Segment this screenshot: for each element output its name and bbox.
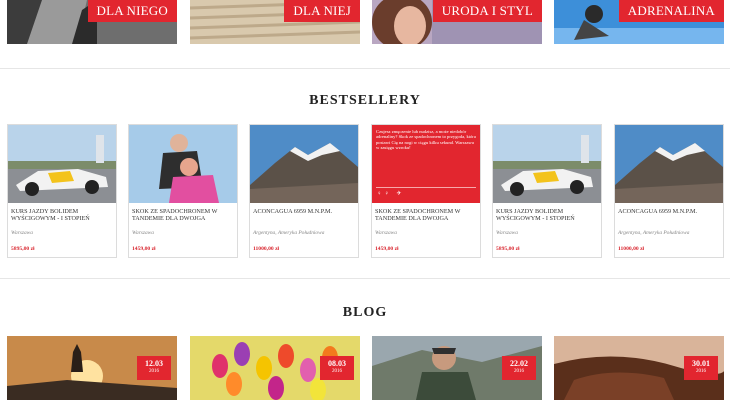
- product-price: 5895,00 zł: [496, 246, 520, 252]
- blog-date-year: 2016: [696, 369, 706, 374]
- blog-title: BLOG: [342, 305, 388, 320]
- product-name[interactable]: KURS JAZDY BOLIDEM WYŚCIGOWYM - I STOPIE…: [496, 208, 598, 222]
- product-location: Warszawa: [11, 230, 33, 236]
- promo-text: Czujesz zmęczenie lub nudzisz, a może ni…: [376, 129, 476, 151]
- product-price: 11000,00 zł: [253, 246, 280, 252]
- blog-date-day: 30.01: [692, 359, 710, 368]
- category-label: URODA I STYL: [432, 0, 542, 22]
- product-name[interactable]: KURS JAZDY BOLIDEM WYŚCIGOWYM - I STOPIE…: [11, 208, 113, 222]
- category-uroda-i-styl[interactable]: URODA I STYL: [372, 0, 542, 44]
- product-card[interactable]: SKOK ZE SPADOCHRONEM W TANDEMIE DLA DWOJ…: [128, 124, 238, 258]
- blog-date-year: 2016: [332, 369, 342, 374]
- product-location: Warszawa: [496, 230, 518, 236]
- blog-date-badge: 12.03 2016: [137, 356, 171, 380]
- product-price: 1459,00 zł: [132, 246, 156, 252]
- blog-date-badge: 30.01 2016: [684, 356, 718, 380]
- category-label: DLA NIEGO: [87, 0, 177, 22]
- product-price: 5895,00 zł: [11, 246, 35, 252]
- product-card[interactable]: ACONCAGUA 6959 M.N.P.M. Argentyna, Amery…: [249, 124, 359, 258]
- product-image-race-car: [8, 125, 116, 203]
- product-image-mountain: [615, 125, 723, 203]
- section-divider: [0, 68, 730, 69]
- product-image-skydive: [129, 125, 237, 203]
- blog-post[interactable]: 12.03 2016: [7, 336, 177, 400]
- product-price: 1459,00 zł: [375, 246, 399, 252]
- promo-icons: ♀♀ ✈: [377, 190, 405, 197]
- product-location: Argentyna, Ameryka Południowa: [253, 230, 325, 236]
- product-card[interactable]: ACONCAGUA 6959 M.N.P.M. Argentyna, Amery…: [614, 124, 724, 258]
- blog-date-day: 12.03: [145, 359, 163, 368]
- blog-date-badge: 08.03 2016: [320, 356, 354, 380]
- category-adrenalina[interactable]: ADRENALINA: [554, 0, 724, 44]
- category-strip: DLA NIEGO DLA NIEJ URODA I STYL ADRENALI…: [0, 0, 730, 46]
- couple-icon: ♀♀: [377, 191, 392, 197]
- product-name[interactable]: SKOK ZE SPADOCHRONEM W TANDEMIE DLA DWOJ…: [375, 208, 477, 222]
- product-image-race-car: [493, 125, 601, 203]
- product-name[interactable]: ACONCAGUA 6959 M.N.P.M.: [618, 208, 720, 215]
- product-card[interactable]: KURS JAZDY BOLIDEM WYŚCIGOWYM - I STOPIE…: [7, 124, 117, 258]
- blog-date-day: 22.02: [510, 359, 528, 368]
- product-card[interactable]: KURS JAZDY BOLIDEM WYŚCIGOWYM - I STOPIE…: [492, 124, 602, 258]
- plane-icon: ✈: [396, 191, 405, 197]
- category-label: DLA NIEJ: [284, 0, 360, 22]
- product-promo-overlay[interactable]: Czujesz zmęczenie lub nudzisz, a może ni…: [372, 125, 480, 203]
- blog-date-year: 2016: [149, 369, 159, 374]
- bestsellers-title: BESTSELLERY: [309, 93, 421, 108]
- blog-date-badge: 22.02 2016: [502, 356, 536, 380]
- promo-divider: [376, 187, 476, 188]
- category-dla-niej[interactable]: DLA NIEJ: [190, 0, 360, 44]
- blog-post[interactable]: 08.03 2016: [190, 336, 360, 400]
- section-divider: [0, 278, 730, 279]
- product-location: Argentyna, Ameryka Południowa: [618, 230, 690, 236]
- blog-post[interactable]: 22.02 2016: [372, 336, 542, 400]
- category-dla-niego[interactable]: DLA NIEGO: [7, 0, 177, 44]
- product-name[interactable]: ACONCAGUA 6959 M.N.P.M.: [253, 208, 355, 215]
- blog-post[interactable]: 30.01 2016: [554, 336, 724, 400]
- product-price: 11000,00 zł: [618, 246, 645, 252]
- blog-date-day: 08.03: [328, 359, 346, 368]
- product-name[interactable]: SKOK ZE SPADOCHRONEM W TANDEMIE DLA DWOJ…: [132, 208, 234, 222]
- category-label: ADRENALINA: [618, 0, 724, 22]
- blog-date-year: 2016: [514, 369, 524, 374]
- product-image-mountain: [250, 125, 358, 203]
- product-location: Warszawa: [132, 230, 154, 236]
- product-card[interactable]: Czujesz zmęczenie lub nudzisz, a może ni…: [371, 124, 481, 258]
- product-location: Warszawa: [375, 230, 397, 236]
